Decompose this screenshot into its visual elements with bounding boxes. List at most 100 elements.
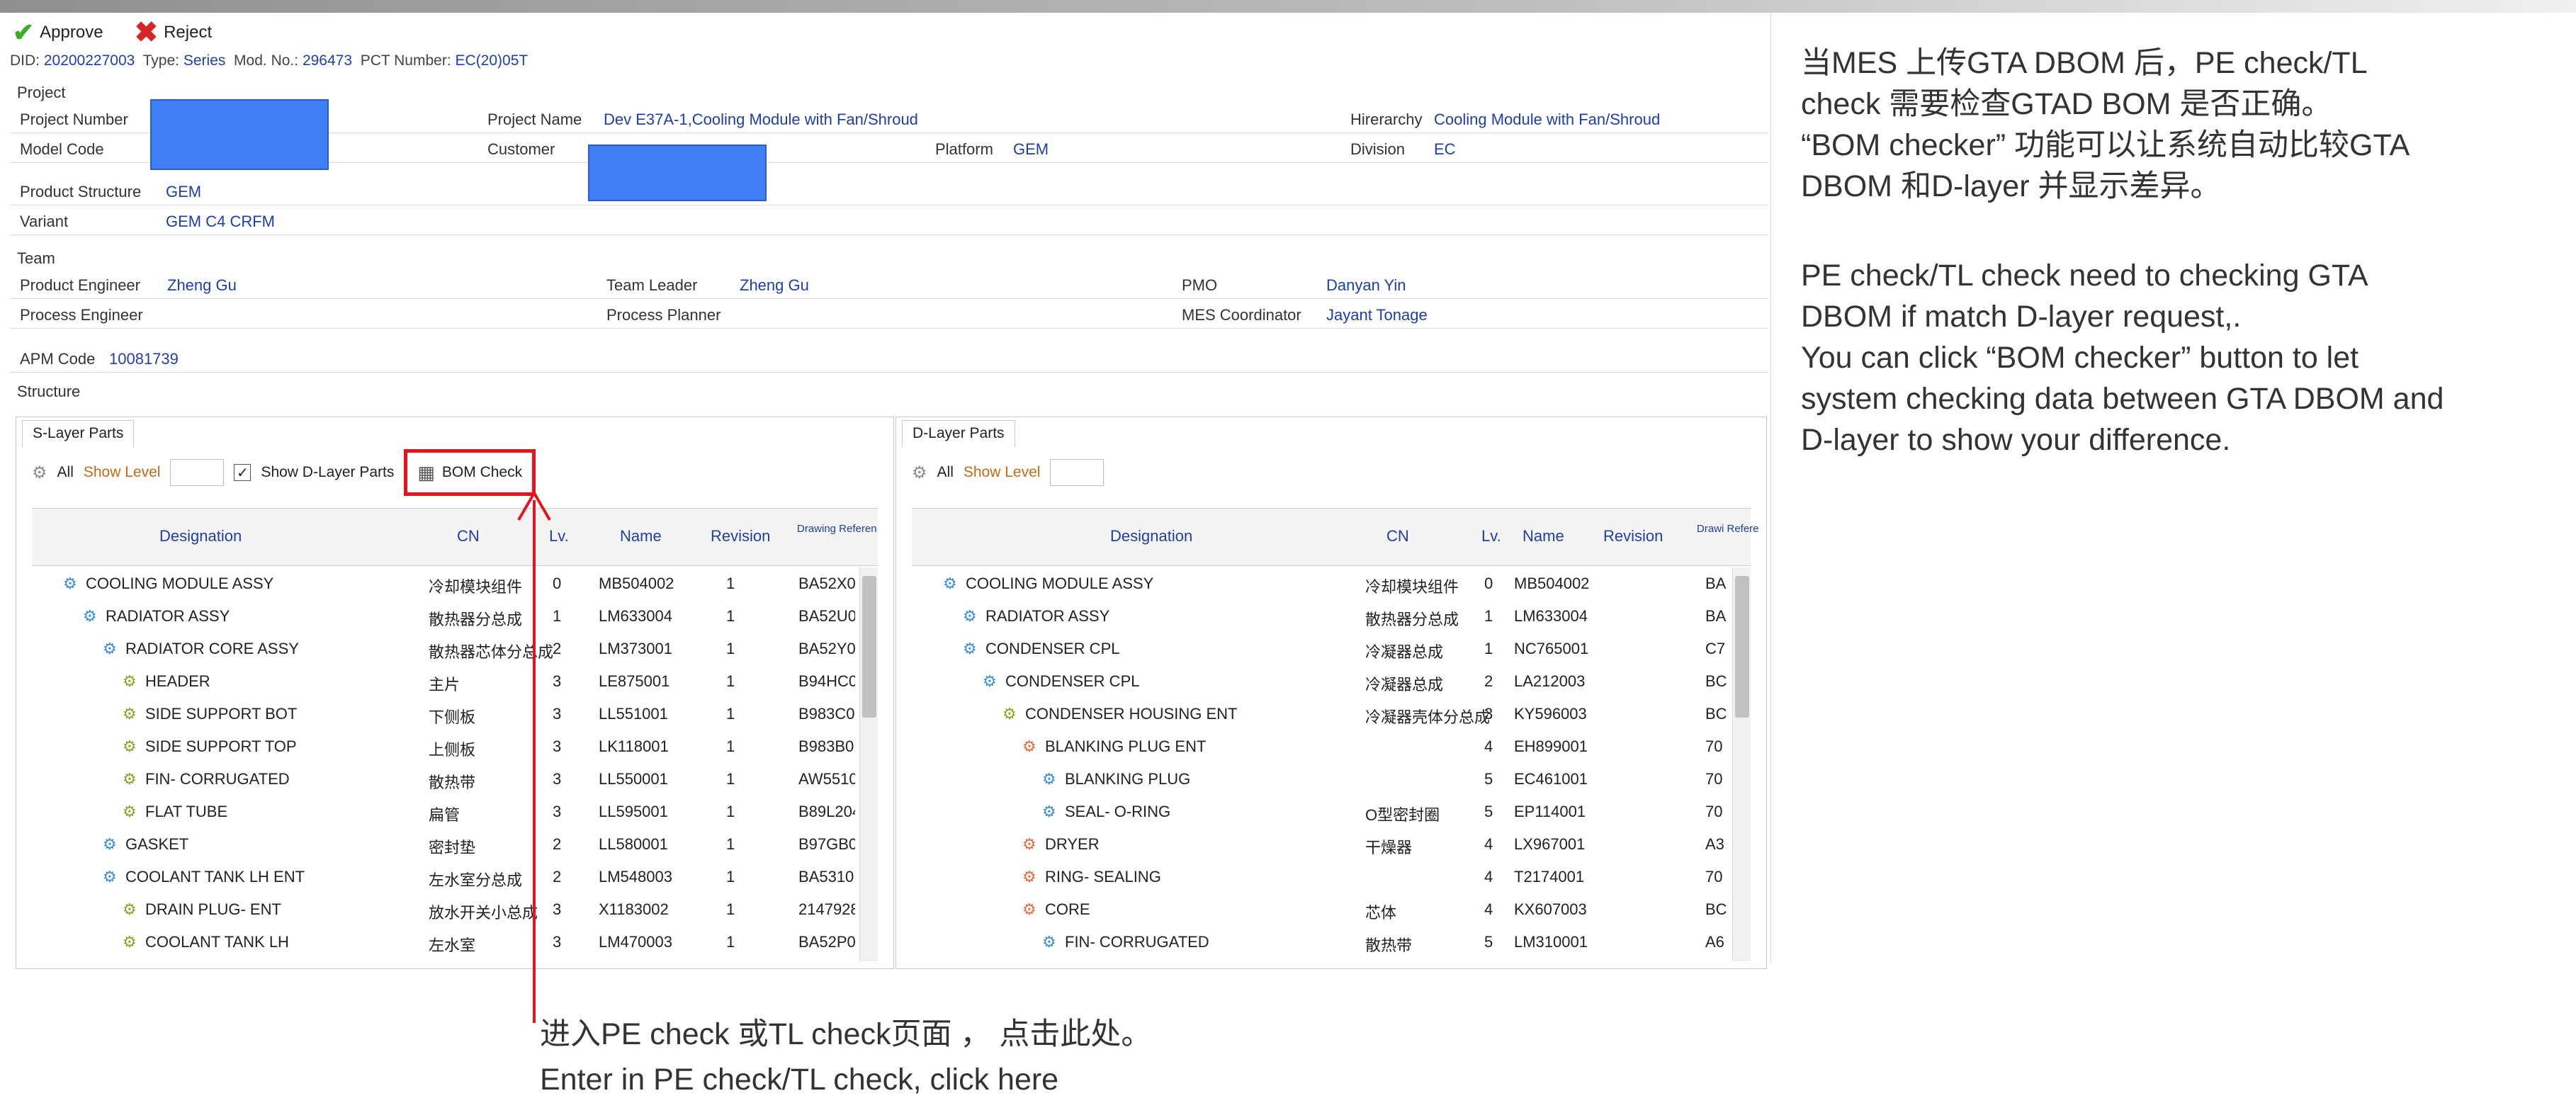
table-row[interactable]: ⚙ FIN- CORRUGATED 散热带 5 LM310001 A6 <box>912 926 1751 958</box>
pointer-arrowhead <box>517 490 551 521</box>
table-row[interactable]: ⚙ DRYER 干燥器 4 LX967001 A3 <box>912 828 1751 861</box>
did-line: DID: 20200227003 Type: Series Mod. No.: … <box>10 52 529 69</box>
name-cell: LM633004 <box>1514 607 1588 625</box>
table-row[interactable]: ⚙ RADIATOR ASSY 散热器分总成 1 LM633004 BA <box>912 600 1751 633</box>
show-level-input[interactable] <box>1050 459 1105 486</box>
level-cell: 2 <box>553 640 562 657</box>
table-row[interactable]: ⚙ CORE 芯体 4 KX607003 BC <box>912 893 1751 926</box>
d-layer-scrollbar[interactable] <box>1732 567 1751 961</box>
tab-s-layer-parts[interactable]: S-Layer Parts <box>22 420 135 447</box>
note-cn-4: DBOM 和D-layer 并显示差异。 <box>1801 169 2221 203</box>
level-cell: 1 <box>553 607 562 625</box>
drawing-cell: A3 <box>1705 835 1724 853</box>
level-cell: 5 <box>1484 966 1493 968</box>
team-row-1: Product Engineer Zheng Gu Team Leader Zh… <box>10 271 1768 299</box>
drawing-cell: 70 <box>1705 737 1723 755</box>
gears-icon: ⚙ <box>32 463 47 482</box>
name-cell: KX607003 <box>1514 900 1587 918</box>
drawing-cell: BC <box>1705 705 1727 723</box>
level-cell: 1 <box>1484 607 1493 625</box>
designation-cell: BLANKING PLUG ENT <box>1045 737 1207 755</box>
name-cell: LL595001 <box>599 803 668 820</box>
name-cell: KX534003 <box>1514 966 1587 968</box>
top-banner <box>0 0 2576 13</box>
show-d-layer-checkbox[interactable]: ✓ <box>234 464 252 481</box>
part-gear-icon: ⚙ <box>963 640 977 657</box>
part-gear-icon: ⚙ <box>123 705 137 723</box>
note-en-4: system checking data between GTA DBOM an… <box>1801 382 2444 416</box>
table-row[interactable]: ⚙ COOLANT TANK LH 左水室 3 LM470003 1 BA52P01 <box>32 926 878 958</box>
note-cn-3: “BOM checker” 功能可以让系统自动比较GTA <box>1801 128 2410 162</box>
designation-cell: FLAT TUBE <box>145 803 228 820</box>
level-cell: 4 <box>1484 835 1493 853</box>
s-layer-scroll-thumb[interactable] <box>862 576 876 718</box>
d-layer-table-body: ⚙ COOLING MODULE ASSY 冷却模块组件 0 MB504002 BA ⚙ RA… <box>912 567 1751 968</box>
table-row[interactable]: ⚙ PIPE-COLLECTING- RIGHT ENT 右汇集管分总成 5 KX534… <box>912 958 1751 968</box>
table-row[interactable]: ⚙ DRAIN PLUG- ENT 放水开关小总成 3 X1183002 1 2147928 <box>32 893 878 926</box>
designation-cell: SIDE SUPPORT TOP <box>145 737 297 755</box>
name-cell: LM548003 <box>599 868 672 886</box>
pointer-arrow-line <box>533 500 536 1023</box>
part-gear-icon: ⚙ <box>1042 966 1056 968</box>
table-row[interactable]: ⚙ BLANKING PLUG 5 EC461001 70 <box>912 763 1751 796</box>
s-layer-scrollbar[interactable] <box>859 567 878 961</box>
team-row-2: Process Engineer Process Planner MES Coo… <box>10 300 1768 329</box>
show-level-input[interactable] <box>170 459 225 486</box>
table-row[interactable]: ⚙ COOLING MODULE ASSY 冷却模块组件 0 MB504002 BA <box>912 567 1751 600</box>
note-en-2: DBOM if match D-layer request,. <box>1801 300 2242 334</box>
all-button[interactable]: All <box>57 464 74 481</box>
name-cell: NC765001 <box>1514 640 1589 657</box>
table-row[interactable]: ⚙ RADIATOR ASSY 散热器分总成 1 LM633004 1 BA52U0 <box>32 600 878 633</box>
table-row[interactable]: ⚙ SIDE SUPPORT BOT 下侧板 3 LL551001 1 B983C01 <box>32 698 878 730</box>
revision-cell: 1 <box>726 575 735 592</box>
table-row[interactable]: ⚙ RING- SEALING 4 T2174001 70 <box>912 861 1751 893</box>
designation-cell: COOLING MODULE ASSY <box>966 575 1154 592</box>
drawing-cell: BC <box>1705 900 1727 918</box>
table-row[interactable]: ⚙ SEAL- O-RING O型密封圈 5 EP114001 70 <box>912 796 1751 828</box>
part-gear-icon: ⚙ <box>1042 803 1056 820</box>
revision-cell: 1 <box>726 705 735 723</box>
d-layer-panel: D-Layer Parts ⚙ All Show Level Designati… <box>896 417 1767 969</box>
structure-section-title: Structure <box>17 383 81 400</box>
all-button[interactable]: All <box>937 464 954 481</box>
reject-button[interactable]: ✖ Reject <box>135 18 213 47</box>
variant-row: Variant GEM C4 CRFM <box>10 207 1768 235</box>
part-gear-icon: ⚙ <box>123 900 137 918</box>
table-row[interactable]: ⚙ RADIATOR CORE ASSY 散热器芯体分总成 2 LM373001 1 BA5… <box>32 633 878 665</box>
part-gear-icon: ⚙ <box>103 640 117 657</box>
table-row[interactable]: ⚙ COOLING MODULE ASSY 冷却模块组件 0 MB504002 1 BA52… <box>32 567 878 600</box>
table-row[interactable]: ⚙ FLAT TUBE 扁管 3 LL595001 1 B89L204 <box>32 796 878 828</box>
table-row[interactable]: ⚙ FIN- CORRUGATED 散热带 3 LL550001 1 AW5510 <box>32 763 878 796</box>
table-row[interactable]: ⚙ CONDENSER HOUSING ENT 冷凝器壳体分总成 3 KY596003 B… <box>912 698 1751 730</box>
drawing-cell: C7 <box>1705 640 1726 657</box>
name-cell: LE875001 <box>599 672 670 690</box>
level-cell: 4 <box>1484 737 1493 755</box>
level-cell: 5 <box>1484 933 1493 951</box>
table-row[interactable]: ⚙ HEADER 主片 3 LE875001 1 B94HC0 <box>32 665 878 698</box>
tab-d-layer-parts[interactable]: D-Layer Parts <box>902 420 1015 447</box>
name-cell: MB504002 <box>599 575 674 592</box>
revision-cell: 1 <box>726 640 735 657</box>
table-row[interactable]: ⚙ BLANKING PLUG ENT 4 EH899001 70 <box>912 730 1751 763</box>
d-layer-scroll-thumb[interactable] <box>1735 576 1749 718</box>
project-section-title: Project <box>17 84 66 101</box>
level-cell: 5 <box>1484 803 1493 820</box>
name-cell: MB504002 <box>1514 575 1590 592</box>
level-cell: 4 <box>1484 900 1493 918</box>
cn-cell: 冷凝器壳体分总成 <box>1365 708 1491 726</box>
name-cell: LM310001 <box>1514 933 1588 951</box>
table-row[interactable]: ⚙ SIDE SUPPORT TOP 上侧板 3 LK118001 1 B983B01 <box>32 730 878 763</box>
note-en-5: D-layer to show your difference. <box>1801 423 2231 457</box>
cn-cell: 散热带 <box>1365 937 1413 954</box>
drawing-cell: BA52X01 <box>798 575 855 592</box>
approve-button[interactable]: ✔ Approve <box>13 20 103 45</box>
designation-cell: PIPE-COLLECTING- RIGHT ENT <box>1065 966 1299 968</box>
name-cell: LL551001 <box>599 705 668 723</box>
table-row[interactable]: ⚙ CONDENSER CPL 冷凝器总成 1 NC765001 C7 <box>912 633 1751 665</box>
designation-cell: HEADER <box>145 672 210 690</box>
table-row[interactable]: ⚙ GASKET 密封垫 2 LL580001 1 B97GB0 <box>32 828 878 861</box>
drawing-cell: BC <box>1705 966 1727 968</box>
cn-cell: 扁管 <box>429 806 461 824</box>
table-row[interactable]: ⚙ CONDENSER CPL 冷凝器总成 2 LA212003 BC <box>912 665 1751 698</box>
table-row[interactable]: ⚙ COOLANT TANK LH ENT 左水室分总成 2 LM548003 1 BA53… <box>32 861 878 893</box>
